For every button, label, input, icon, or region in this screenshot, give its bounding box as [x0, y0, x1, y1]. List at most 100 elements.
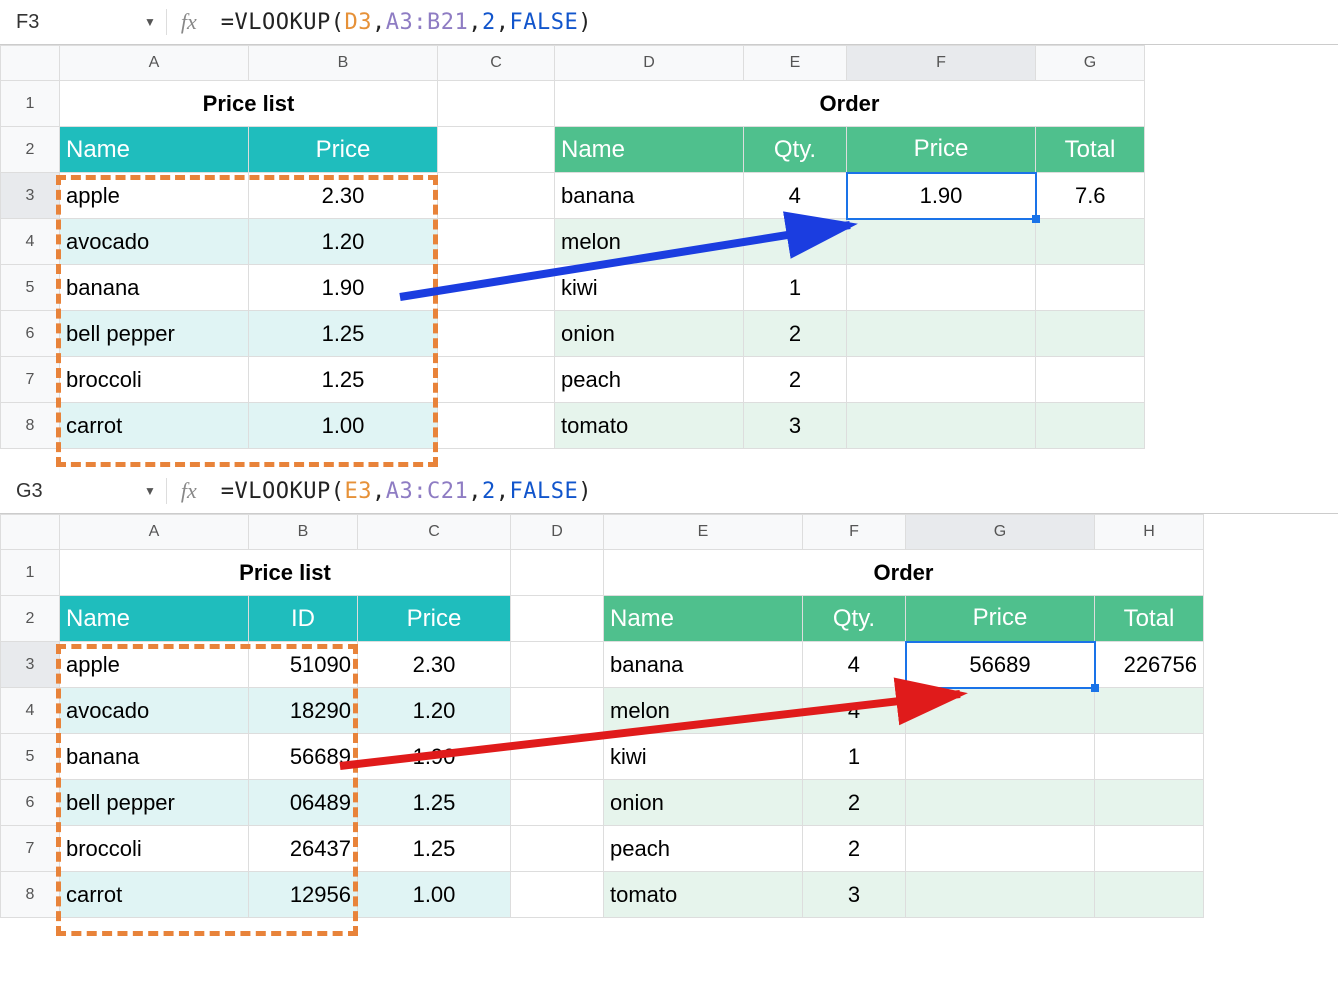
- row-header-7[interactable]: 7: [1, 357, 60, 403]
- col-header-E[interactable]: E: [604, 515, 803, 550]
- cell[interactable]: [906, 826, 1095, 872]
- cell-D4[interactable]: melon: [555, 219, 744, 265]
- cell[interactable]: [511, 550, 604, 596]
- cell-A8[interactable]: carrot: [60, 403, 249, 449]
- cell-C6[interactable]: 1.25: [358, 780, 511, 826]
- chevron-down-icon[interactable]: ▼: [144, 15, 156, 29]
- cell[interactable]: [438, 403, 555, 449]
- cell[interactable]: [847, 357, 1036, 403]
- cell-B4[interactable]: 1.20: [249, 219, 438, 265]
- cell[interactable]: [1095, 688, 1204, 734]
- cell-E6[interactable]: 2: [744, 311, 847, 357]
- cell[interactable]: [1095, 872, 1204, 918]
- row-header-7[interactable]: 7: [1, 826, 60, 872]
- row-header-1[interactable]: 1: [1, 550, 60, 596]
- cell-D7[interactable]: peach: [555, 357, 744, 403]
- col-header-G[interactable]: G: [1036, 46, 1145, 81]
- cell[interactable]: [1036, 403, 1145, 449]
- selection-handle[interactable]: [1032, 215, 1040, 223]
- order-header-qty[interactable]: Qty.: [744, 127, 847, 173]
- row-header-2[interactable]: 2: [1, 596, 60, 642]
- cell-E3[interactable]: banana: [604, 642, 803, 688]
- price-list-title[interactable]: Price list: [60, 550, 511, 596]
- cell[interactable]: [847, 265, 1036, 311]
- price-header-price[interactable]: Price: [249, 127, 438, 173]
- cell[interactable]: [906, 780, 1095, 826]
- cell-A7[interactable]: broccoli: [60, 826, 249, 872]
- cell-E4[interactable]: melon: [604, 688, 803, 734]
- cell[interactable]: [511, 688, 604, 734]
- fx-icon[interactable]: fx: [166, 478, 211, 504]
- price-header-name[interactable]: Name: [60, 596, 249, 642]
- cell-F3-selected[interactable]: 1.90: [847, 173, 1036, 219]
- cell-E5[interactable]: 1: [744, 265, 847, 311]
- col-header-C[interactable]: C: [358, 515, 511, 550]
- cell-B4[interactable]: 18290: [249, 688, 358, 734]
- cell[interactable]: [438, 81, 555, 127]
- cell-E3[interactable]: 4: [744, 173, 847, 219]
- cell-B3[interactable]: 51090: [249, 642, 358, 688]
- cell[interactable]: [511, 734, 604, 780]
- order-header-price[interactable]: Price: [847, 127, 1036, 173]
- cell-B5[interactable]: 56689: [249, 734, 358, 780]
- name-box[interactable]: G3: [8, 476, 144, 507]
- price-header-name[interactable]: Name: [60, 127, 249, 173]
- cell[interactable]: [1036, 357, 1145, 403]
- col-header-F[interactable]: F: [803, 515, 906, 550]
- cell-A4[interactable]: avocado: [60, 219, 249, 265]
- corner-cell[interactable]: [1, 515, 60, 550]
- cell-C5[interactable]: 1.90: [358, 734, 511, 780]
- grid[interactable]: A B C D E F G 1 Price list Order 2 Name …: [0, 45, 1145, 449]
- cell-B6[interactable]: 06489: [249, 780, 358, 826]
- cell-B8[interactable]: 12956: [249, 872, 358, 918]
- cell[interactable]: [511, 826, 604, 872]
- row-header-6[interactable]: 6: [1, 780, 60, 826]
- cell-C8[interactable]: 1.00: [358, 872, 511, 918]
- cell-C3[interactable]: 2.30: [358, 642, 511, 688]
- row-header-4[interactable]: 4: [1, 219, 60, 265]
- cell-A6[interactable]: bell pepper: [60, 311, 249, 357]
- cell-B7[interactable]: 1.25: [249, 357, 438, 403]
- cell-A3[interactable]: apple: [60, 642, 249, 688]
- cell[interactable]: [511, 780, 604, 826]
- order-header-price[interactable]: Price: [906, 596, 1095, 642]
- cell-E7[interactable]: peach: [604, 826, 803, 872]
- cell-F8[interactable]: 3: [803, 872, 906, 918]
- cell-C4[interactable]: 1.20: [358, 688, 511, 734]
- cell-E8[interactable]: tomato: [604, 872, 803, 918]
- cell[interactable]: [438, 127, 555, 173]
- cell-A5[interactable]: banana: [60, 265, 249, 311]
- col-header-E[interactable]: E: [744, 46, 847, 81]
- order-header-qty[interactable]: Qty.: [803, 596, 906, 642]
- price-list-title[interactable]: Price list: [60, 81, 438, 127]
- cell[interactable]: [1095, 734, 1204, 780]
- cell-F6[interactable]: 2: [803, 780, 906, 826]
- cell-A6[interactable]: bell pepper: [60, 780, 249, 826]
- cell[interactable]: [438, 173, 555, 219]
- formula-input[interactable]: =VLOOKUP(E3,A3:C21,2,FALSE): [211, 479, 592, 504]
- cell-C7[interactable]: 1.25: [358, 826, 511, 872]
- row-header-6[interactable]: 6: [1, 311, 60, 357]
- col-header-F[interactable]: F: [847, 46, 1036, 81]
- row-header-5[interactable]: 5: [1, 265, 60, 311]
- cell-G4[interactable]: [1036, 219, 1145, 265]
- price-header-price[interactable]: Price: [358, 596, 511, 642]
- row-header-1[interactable]: 1: [1, 81, 60, 127]
- order-header-name[interactable]: Name: [604, 596, 803, 642]
- cell-E4[interactable]: 4: [744, 219, 847, 265]
- price-header-id[interactable]: ID: [249, 596, 358, 642]
- cell-E5[interactable]: kiwi: [604, 734, 803, 780]
- cell-D8[interactable]: tomato: [555, 403, 744, 449]
- cell-F4[interactable]: 4: [803, 688, 906, 734]
- col-header-B[interactable]: B: [249, 515, 358, 550]
- cell-A5[interactable]: banana: [60, 734, 249, 780]
- cell-H3[interactable]: 226756: [1095, 642, 1204, 688]
- col-header-H[interactable]: H: [1095, 515, 1204, 550]
- cell[interactable]: [511, 642, 604, 688]
- order-header-name[interactable]: Name: [555, 127, 744, 173]
- cell[interactable]: [438, 357, 555, 403]
- cell-D5[interactable]: kiwi: [555, 265, 744, 311]
- col-header-A[interactable]: A: [60, 515, 249, 550]
- chevron-down-icon[interactable]: ▼: [144, 484, 156, 498]
- cell-G3-selected[interactable]: 56689: [906, 642, 1095, 688]
